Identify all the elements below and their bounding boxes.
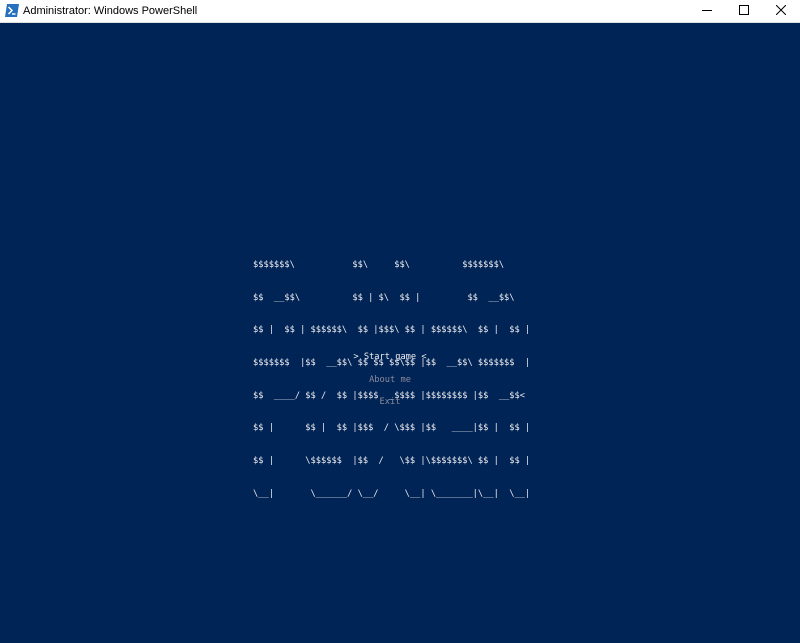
- minimize-icon: [701, 2, 712, 20]
- menu-item-about-me[interactable]: About me: [290, 375, 490, 386]
- menu-item-exit[interactable]: Exit: [290, 397, 490, 408]
- ascii-title-line: $$$$$$$\ $$\ $$\ $$$$$$$\: [253, 259, 515, 270]
- maximize-button[interactable]: [725, 0, 762, 22]
- powershell-icon: [5, 4, 19, 17]
- ascii-title-line: $$ __$$\ $$ | $\ $$ | $$ __$$\: [253, 292, 520, 303]
- ascii-title-line: $$ | $$ | $$ |$$$ / \$$$ |$$ ____|$$ | $…: [253, 423, 531, 434]
- window-title: Administrator: Windows PowerShell: [23, 5, 198, 17]
- menu-item-start-game[interactable]: > Start game <: [290, 352, 490, 363]
- close-icon: [775, 2, 786, 20]
- powershell-window: Administrator: Windows PowerShell $$$$$$…: [0, 0, 800, 643]
- title-bar[interactable]: Administrator: Windows PowerShell: [0, 0, 800, 23]
- console-area[interactable]: $$$$$$$\ $$\ $$\ $$$$$$$\ $$ __$$\ $$ | …: [0, 23, 800, 643]
- close-button[interactable]: [762, 0, 799, 22]
- ascii-title-line: $$ | $$ | $$$$$$\ $$ |$$$\ $$ | $$$$$$\ …: [253, 325, 531, 336]
- ascii-title-line: \__| \______/ \__/ \__| \_______|\__| \_…: [253, 488, 531, 499]
- maximize-icon: [738, 2, 749, 20]
- ascii-title-line: $$ | \$$$$$$ |$$ / \$$ |\$$$$$$$\ $$ | $…: [253, 456, 531, 467]
- minimize-button[interactable]: [688, 0, 725, 22]
